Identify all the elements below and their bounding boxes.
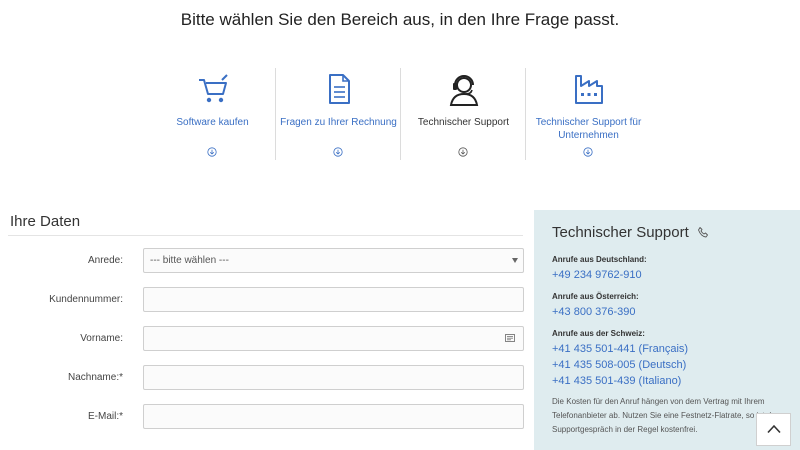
scroll-to-top-button[interactable] xyxy=(756,413,791,446)
salutation-select[interactable]: --- bitte wählen --- xyxy=(143,248,524,273)
phone-handset-icon xyxy=(698,227,708,238)
category-label: Technischer Support xyxy=(417,117,510,128)
panel-title: Technischer Support xyxy=(552,224,689,241)
category-technischer-support[interactable]: Technischer Support xyxy=(400,68,525,160)
contact-card-icon xyxy=(505,334,515,342)
category-label: Technischer Support für Unternehmen xyxy=(535,117,642,141)
first-name-input[interactable] xyxy=(144,327,523,350)
arrow-down-circle-icon xyxy=(583,147,593,157)
last-name-row: Nachname:* xyxy=(0,365,530,391)
shopping-cart-icon xyxy=(150,72,275,106)
last-name-field-wrap xyxy=(143,365,524,390)
salutation-row: Anrede: --- bitte wählen --- xyxy=(0,248,530,274)
category-selector: Software kaufen Fragen zu Ihrer Rechnung xyxy=(150,68,650,160)
headset-support-icon xyxy=(401,72,526,106)
category-rechnung[interactable]: Fragen zu Ihrer Rechnung xyxy=(275,68,400,160)
germany-phone-link[interactable]: +49 234 9762-910 xyxy=(552,269,642,281)
last-name-input[interactable] xyxy=(144,366,523,389)
document-icon xyxy=(276,72,401,106)
email-label: E-Mail:* xyxy=(87,411,123,422)
divider xyxy=(8,235,523,236)
salutation-label: Anrede: xyxy=(87,255,123,266)
last-name-label: Nachname:* xyxy=(67,372,123,383)
switzerland-label: Anrufe aus der Schweiz: xyxy=(552,329,645,338)
email-input[interactable] xyxy=(144,405,523,428)
austria-label: Anrufe aus Österreich: xyxy=(552,292,639,301)
category-label: Software kaufen xyxy=(176,117,249,128)
first-name-row: Vorname: xyxy=(0,326,530,352)
chevron-up-icon xyxy=(767,424,781,434)
switzerland-phone-link-de[interactable]: +41 435 508-005 (Deutsch) xyxy=(552,359,686,371)
switzerland-phone-link-fr[interactable]: +41 435 501-441 (Français) xyxy=(552,343,688,355)
austria-phone-link[interactable]: +43 800 376-390 xyxy=(552,306,636,318)
factory-icon xyxy=(526,72,651,106)
category-label: Fragen zu Ihrer Rechnung xyxy=(280,117,397,128)
first-name-label: Vorname: xyxy=(80,333,123,344)
chevron-down-icon xyxy=(512,258,518,263)
customer-number-field-wrap xyxy=(143,287,524,312)
email-field-wrap xyxy=(143,404,524,429)
call-cost-note: Die Kosten für den Anruf hängen von dem … xyxy=(552,397,780,434)
category-support-unternehmen[interactable]: Technischer Support für Unternehmen xyxy=(525,68,650,160)
customer-number-input[interactable] xyxy=(144,288,523,311)
customer-number-label: Kundennummer: xyxy=(49,294,123,305)
salutation-selected-value: --- bitte wählen --- xyxy=(150,255,229,266)
arrow-down-circle-icon xyxy=(207,147,217,157)
germany-label: Anrufe aus Deutschland: xyxy=(552,255,647,264)
category-software-kaufen[interactable]: Software kaufen xyxy=(150,68,275,160)
email-row: E-Mail:* xyxy=(0,404,530,430)
customer-number-row: Kundennummer: xyxy=(0,287,530,313)
form-section-title: Ihre Daten xyxy=(10,213,81,230)
arrow-down-circle-icon xyxy=(458,147,468,157)
switzerland-phone-link-it[interactable]: +41 435 501-439 (Italiano) xyxy=(552,375,681,387)
arrow-down-circle-icon xyxy=(333,147,343,157)
first-name-field-wrap xyxy=(143,326,524,351)
page-heading: Bitte wählen Sie den Bereich aus, in den… xyxy=(180,10,620,29)
